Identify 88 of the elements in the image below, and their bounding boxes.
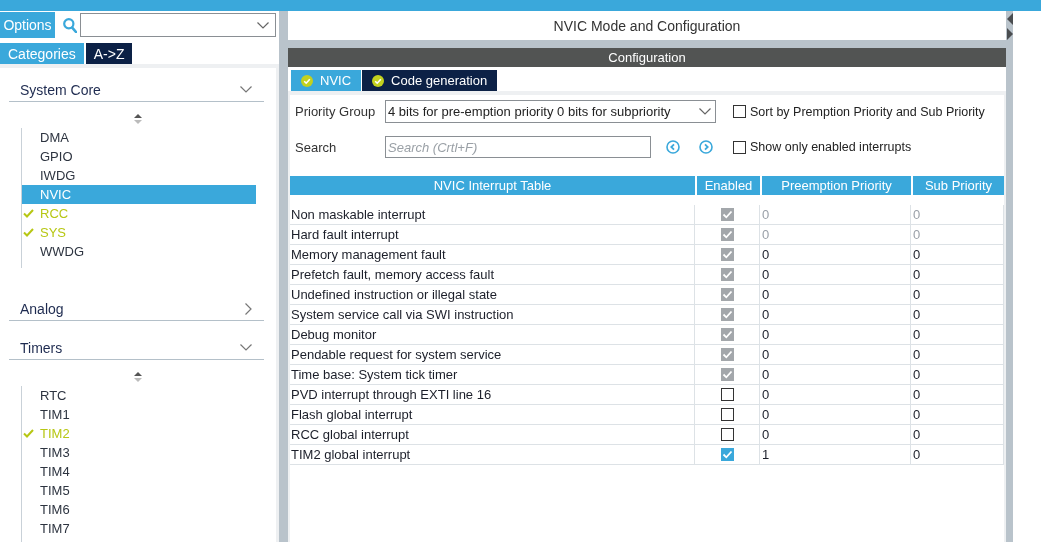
- table-cell: Debug monitor: [290, 325, 695, 345]
- sort-icon[interactable]: [134, 114, 142, 124]
- chevron-down-icon: [699, 108, 711, 115]
- checkbox[interactable]: [720, 388, 734, 401]
- table-cell: 0: [760, 265, 911, 285]
- table-cell: 0: [911, 245, 1004, 265]
- sort-icon[interactable]: [134, 372, 142, 382]
- table-cell: System service call via SWI instruction: [290, 305, 695, 325]
- table-cell: Pendable request for system service: [290, 345, 695, 365]
- table-cell: 0: [760, 285, 911, 305]
- table-cell: 0: [760, 205, 911, 225]
- column-header: Enabled: [697, 176, 760, 195]
- table-cell: Flash global interrupt: [290, 405, 695, 425]
- table-cell: 0: [911, 265, 1004, 285]
- category-item[interactable]: WWDG: [22, 242, 256, 261]
- checkbox[interactable]: [720, 428, 734, 441]
- table-cell: 0: [911, 325, 1004, 345]
- config-tab[interactable]: Code generation: [362, 70, 498, 91]
- next-icon[interactable]: [699, 140, 713, 154]
- table-cell: 0: [760, 405, 911, 425]
- table-cell: Time base: System tick timer: [290, 365, 695, 385]
- table-cell: 0: [760, 365, 911, 385]
- category-header[interactable]: System Core: [9, 78, 264, 102]
- table-cell: 0: [911, 385, 1004, 405]
- category-item[interactable]: GPIO: [22, 147, 256, 166]
- table-cell: 0: [911, 205, 1004, 225]
- chevron-down-icon: [257, 21, 269, 29]
- table-cell: RCC global interrupt: [290, 425, 695, 445]
- left-arrow-icon[interactable]: [1007, 13, 1013, 25]
- table-cell: 0: [760, 305, 911, 325]
- table-cell: 0: [760, 225, 911, 245]
- category-item[interactable]: IWDG: [22, 166, 256, 185]
- category-item[interactable]: TIM7: [22, 519, 256, 538]
- table-cell: Memory management fault: [290, 245, 695, 265]
- priority-group-select[interactable]: 4 bits for pre-emption priority 0 bits for subpriority: [385, 100, 716, 123]
- check-icon: [23, 228, 34, 237]
- category-item[interactable]: TIM6: [22, 500, 256, 519]
- table-cell: PVD interrupt through EXTI line 16: [290, 385, 695, 405]
- previous-icon[interactable]: [666, 140, 680, 154]
- search-combobox[interactable]: [80, 13, 276, 37]
- category-item[interactable]: RTC: [22, 386, 256, 405]
- table-cell: 0: [911, 345, 1004, 365]
- table-cell: 0: [911, 225, 1004, 245]
- right-arrow-icon[interactable]: [1007, 28, 1013, 40]
- checkbox[interactable]: [733, 105, 746, 118]
- category-item[interactable]: TIM1: [22, 405, 256, 424]
- category-header[interactable]: Analog: [9, 297, 264, 321]
- checkbox[interactable]: [733, 140, 746, 154]
- table-cell: TIM2 global interrupt: [290, 445, 695, 465]
- table-cell: 1: [760, 445, 911, 465]
- table-cell: Undefined instruction or illegal state: [290, 285, 695, 305]
- check-circle-icon: [372, 74, 385, 87]
- configuration-header: Configuration: [288, 48, 1006, 67]
- column-header: NVIC Interrupt Table: [290, 176, 695, 195]
- table-cell: 0: [911, 365, 1004, 385]
- search-field[interactable]: Search (Crtl+F): [385, 136, 651, 158]
- table-cell: 0: [911, 305, 1004, 325]
- table-cell: 0: [911, 405, 1004, 425]
- category-item[interactable]: TIM3: [22, 443, 256, 462]
- check-icon: [23, 209, 34, 218]
- category-header[interactable]: Timers: [9, 336, 264, 360]
- view-tab[interactable]: A->Z: [85, 43, 133, 64]
- search-icon[interactable]: [63, 17, 77, 33]
- check-icon: [23, 429, 34, 438]
- table-cell: 0: [760, 385, 911, 405]
- checkbox-label: Show only enabled interrupts: [750, 140, 912, 154]
- field-label: Search: [295, 139, 337, 155]
- table-cell: 0: [760, 425, 911, 445]
- table-cell: 0: [760, 325, 911, 345]
- table-cell: 0: [911, 445, 1004, 465]
- table-cell: 0: [760, 245, 911, 265]
- table-cell: Hard fault interrupt: [290, 225, 695, 245]
- table-cell: 0: [911, 425, 1004, 445]
- column-header: Preemption Priority: [762, 176, 911, 195]
- checkbox[interactable]: [720, 448, 734, 461]
- category-item[interactable]: DMA: [22, 128, 256, 147]
- table-cell: Non maskable interrupt: [290, 205, 695, 225]
- checkbox[interactable]: [720, 408, 734, 421]
- checkbox-label: Sort by Premption Priority and Sub Priority: [750, 104, 985, 119]
- table-cell: 0: [760, 345, 911, 365]
- field-label: Priority Group: [295, 104, 376, 119]
- category-item[interactable]: TIM4: [22, 462, 256, 481]
- table-cell: Prefetch fault, memory access fault: [290, 265, 695, 285]
- column-header: Sub Priority: [913, 176, 1004, 195]
- check-circle-icon: [301, 74, 313, 87]
- table-cell: 0: [911, 285, 1004, 305]
- category-item[interactable]: TIM5: [22, 481, 256, 500]
- panel-title: NVIC Mode and Configuration: [288, 11, 1006, 40]
